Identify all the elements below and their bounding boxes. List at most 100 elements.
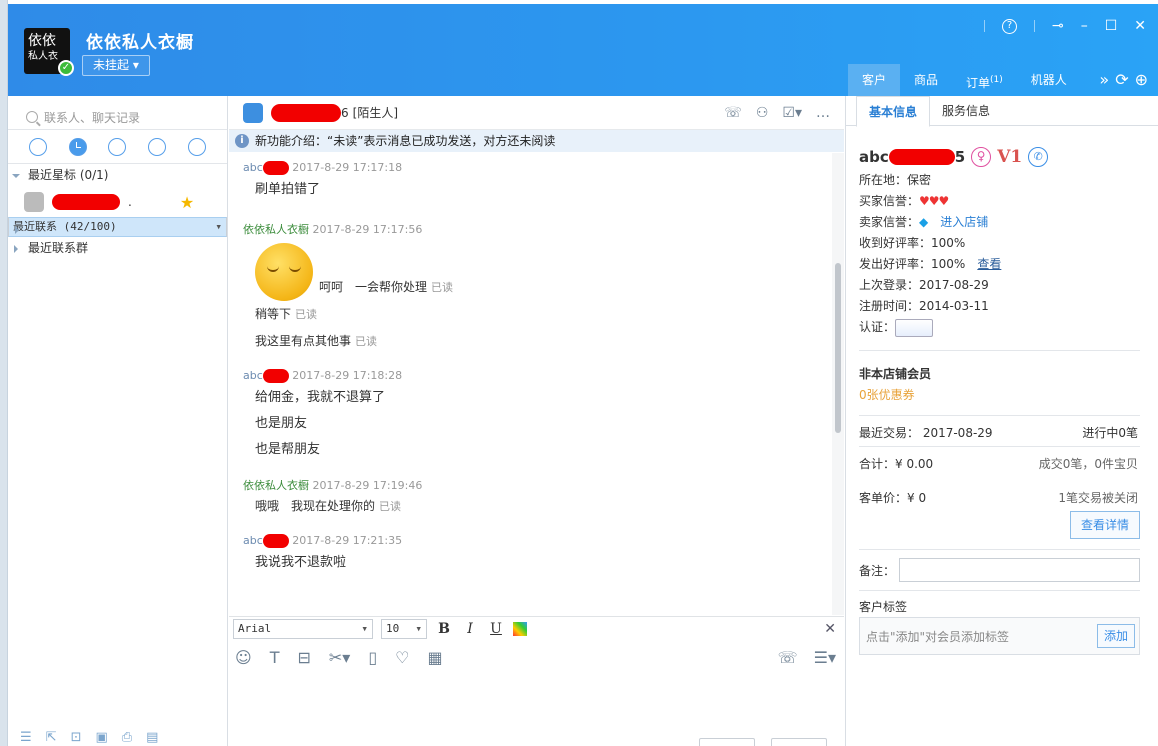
quick-reply-icon[interactable]: ☏	[778, 648, 798, 667]
divider	[859, 549, 1140, 550]
font-family-select[interactable]: Arial	[233, 618, 373, 639]
seller-credit: 卖家信誉：◆ 进入店铺	[859, 215, 989, 229]
app-window: 依依 私人衣 ✓ 依依私人衣橱 未挂起 ▾ ? ⊸ – ☐ ✕ 客户 商品 订单…	[0, 0, 1158, 746]
enter-shop-link[interactable]: 进入店铺	[940, 215, 988, 229]
search-input[interactable]: 联系人、聊天记录	[44, 109, 140, 126]
heart-icon[interactable]: ♡	[395, 648, 409, 667]
message-text: 呵呵 一会帮你处理 已读	[243, 237, 844, 301]
message-list: abc 2017-8-29 17:17:18 刷单拍错了 依依私人衣橱 2017…	[229, 153, 844, 615]
scissors-icon[interactable]: ✂▾	[329, 648, 350, 667]
info-tabs: 基本信息 服务信息	[846, 96, 1158, 127]
more-icon[interactable]: …	[816, 105, 830, 121]
message-text: 稍等下 已读	[255, 307, 318, 321]
total: 合计：¥ 0.00 成交0笔，0件宝贝	[859, 457, 1138, 471]
tab-goods[interactable]: 商品	[900, 64, 952, 96]
task-icon[interactable]: ☑▾	[782, 105, 802, 121]
window-icon[interactable]: ⊡	[71, 730, 82, 746]
group-icon[interactable]	[148, 137, 167, 156]
message-text: 也是帮朋友	[255, 442, 321, 457]
help-icon[interactable]: ?	[1001, 18, 1017, 34]
close-icon[interactable]: ✕	[1134, 18, 1146, 34]
view-link[interactable]: 查看	[977, 257, 1001, 271]
image-icon[interactable]: ⊟	[297, 648, 310, 667]
underline-icon[interactable]: U	[487, 621, 505, 637]
online-check-icon: ✓	[58, 60, 74, 76]
print-icon[interactable]: ⎙	[122, 730, 132, 746]
feature-notice: i 新功能介绍：“未读”表示消息已成功发送，对方还未阅读	[229, 130, 844, 152]
chat-icon[interactable]: ▣	[95, 730, 107, 746]
search-box[interactable]: 联系人、聊天记录	[8, 96, 227, 130]
close-format-icon[interactable]: ✕	[824, 621, 836, 637]
tab-basic-info[interactable]: 基本信息	[856, 96, 931, 127]
list-item[interactable]: . ★	[8, 187, 227, 217]
refresh-icon[interactable]: ⟳	[1115, 70, 1128, 89]
smile-emoji-icon	[255, 243, 313, 301]
tab-robot[interactable]: 机器人	[1017, 64, 1081, 96]
minimize-icon[interactable]: –	[1081, 18, 1088, 34]
chat-bubble-icon[interactable]: ☏	[724, 105, 742, 121]
pin-icon[interactable]: ⊸	[1052, 18, 1064, 34]
add-contact-icon[interactable]: ⚇	[756, 105, 769, 121]
window-controls: ? ⊸ – ☐ ✕	[967, 18, 1146, 34]
chat-scrollbar[interactable]	[832, 153, 844, 615]
add-icon[interactable]: ⊕	[1135, 70, 1148, 89]
recent-clock-icon[interactable]	[68, 137, 87, 156]
tab-service-info[interactable]: 服务信息	[930, 96, 1002, 125]
remark-row: 备注：	[859, 556, 1158, 584]
section-recent-groups[interactable]: 最近联系群	[8, 237, 227, 260]
status-dropdown[interactable]: 未挂起 ▾	[82, 55, 150, 76]
font-size-select[interactable]: 10	[381, 618, 427, 639]
recent-trade: 最近交易： 2017-08-29 进行中0笔	[859, 426, 1138, 440]
chat-panel: 6 [陌生人] ☏ ⚇ ☑▾ … i 新功能介绍：“未读”表示消息已成功发送，对…	[229, 96, 844, 746]
add-tag-button[interactable]: 添加	[1096, 624, 1135, 648]
last-login: 上次登录：2017-08-29	[859, 278, 989, 292]
color-picker-icon[interactable]	[513, 621, 527, 636]
menu-icon[interactable]: ☰	[20, 730, 32, 746]
star-icon[interactable]: ★	[180, 193, 194, 212]
send-buttons	[699, 738, 827, 746]
maximize-icon[interactable]: ☐	[1105, 18, 1118, 34]
unit-price: 客单价：¥ 0 1笔交易被关闭	[859, 491, 1138, 505]
message-header: abc 2017-8-29 17:21:35	[243, 534, 403, 548]
auth: 认证：	[859, 317, 1158, 338]
message-header: 依依私人衣橱 2017-8-29 17:17:56	[243, 223, 423, 236]
message-text: 我说我不退款啦	[255, 555, 347, 570]
section-starred[interactable]: 最近星标 (0/1)	[8, 164, 227, 187]
phone-icon[interactable]: ✆	[1028, 147, 1049, 167]
more-tabs-icon[interactable]: »	[1099, 70, 1109, 89]
bold-icon[interactable]: B	[435, 621, 453, 637]
scroll-thumb[interactable]	[835, 263, 841, 433]
org-tree-icon[interactable]	[188, 137, 207, 156]
emoji-icon[interactable]: ☺	[235, 648, 252, 667]
history-icon[interactable]: ☰▾	[814, 648, 836, 667]
bottom-toolbar: ☰ ⇱ ⊡ ▣ ⎙ ▤	[8, 730, 228, 746]
calendar-icon[interactable]: ▤	[146, 730, 158, 746]
close-button[interactable]	[699, 738, 755, 746]
send-button[interactable]	[771, 738, 827, 746]
divider	[859, 415, 1140, 416]
italic-icon[interactable]: I	[461, 621, 479, 637]
tab-orders[interactable]: 订单(1)	[952, 64, 1017, 96]
shop-logo[interactable]: 依依 私人衣 ✓	[24, 28, 74, 76]
member-status: 非本店铺会员	[859, 367, 932, 381]
section-recent[interactable]: 最近联系 (42/100)	[8, 217, 227, 237]
shake-icon[interactable]: ▯	[368, 648, 377, 667]
person-icon[interactable]	[108, 137, 127, 156]
calculator-icon[interactable]: ▦	[427, 648, 442, 667]
contact-suffix: .	[128, 195, 132, 209]
stranger-tag: [陌生人]	[352, 106, 399, 120]
share-icon[interactable]: ⇱	[46, 730, 57, 746]
left-edge-strip	[0, 0, 8, 746]
search-icon	[26, 111, 38, 123]
view-details-button[interactable]: 查看详情	[1069, 511, 1140, 539]
location: 所在地：保密	[859, 173, 932, 187]
tab-customer[interactable]: 客户	[848, 64, 901, 96]
female-icon: ♀	[971, 147, 992, 167]
avatar[interactable]	[243, 102, 263, 123]
customer-info: abc 5 ♀ V1 ✆ 所在地：保密 买家信誉：♥♥♥ 卖家信誉：◆ 进入店铺 …	[846, 126, 1158, 655]
font-icon[interactable]: T	[270, 648, 280, 667]
logo-text-1: 依依	[28, 33, 56, 49]
chat-bubble-icon[interactable]	[28, 137, 47, 156]
remark-input[interactable]	[899, 558, 1140, 582]
customer-name: abc 5 ♀ V1 ✆	[859, 144, 1158, 170]
